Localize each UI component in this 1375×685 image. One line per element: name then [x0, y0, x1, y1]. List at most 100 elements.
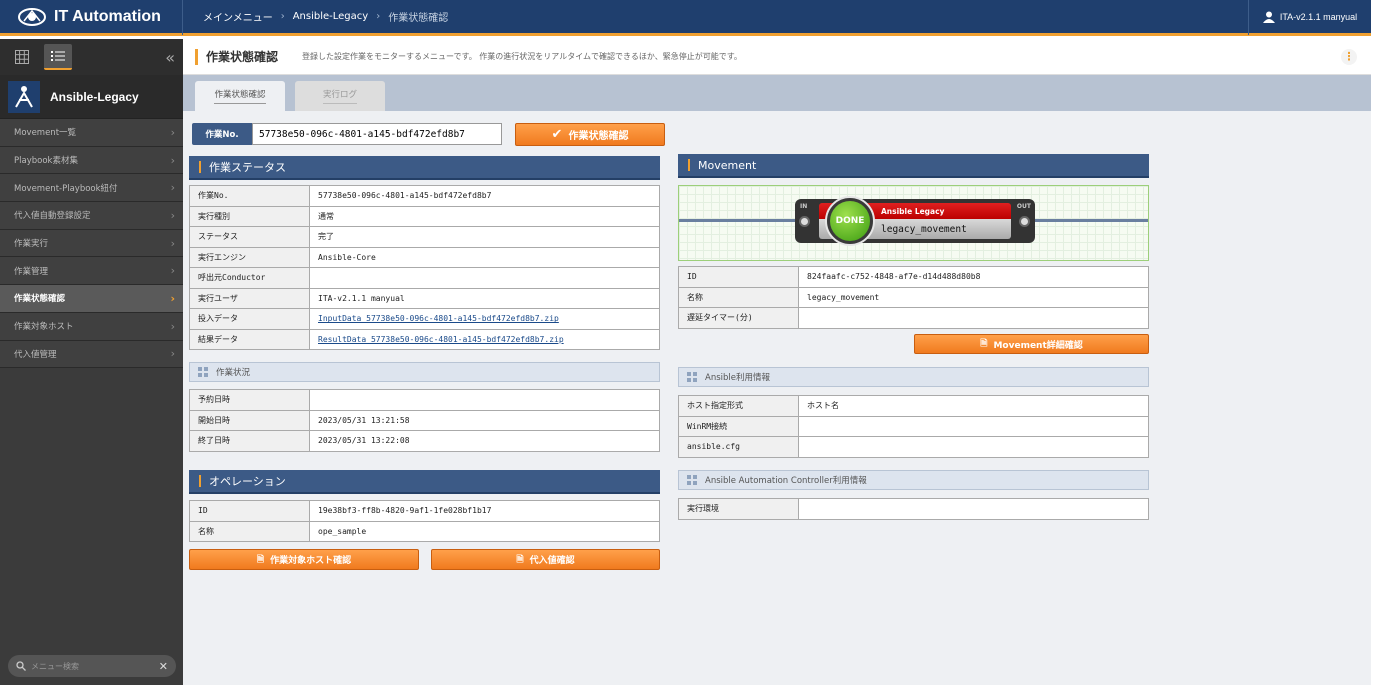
row-key: 結果データ: [189, 328, 310, 350]
sidebar-item-status-check[interactable]: 作業状態確認 ›: [0, 285, 183, 313]
out-label: OUT: [1016, 203, 1031, 210]
row-value: [798, 307, 1149, 329]
status-check-button-label: 作業状態確認: [568, 131, 629, 142]
sidebar-item-management[interactable]: 作業管理 ›: [0, 257, 183, 286]
table-row: 遅延タイマー(分): [678, 307, 1149, 329]
row-key: 実行環境: [678, 498, 799, 520]
user-menu[interactable]: ITA-v2.1.1 manyual: [1248, 0, 1371, 35]
menu-search-input[interactable]: メニュー検索 ✕: [8, 655, 176, 677]
grid-icon: [198, 367, 208, 377]
button-label: Movement詳細確認: [993, 340, 1083, 351]
ansible-info-header: Ansible利用情報: [678, 367, 1149, 387]
chevron-right-icon: ›: [170, 264, 175, 278]
main-content: 作業状態確認 登録した設定作業をモニターするメニューです。 作業の進行状況をリア…: [183, 39, 1371, 685]
table-row: ID 19e38bf3-ff8b-4820-9af1-1fe028bf1b17: [189, 500, 660, 522]
tab-status-check[interactable]: 作業状態確認: [195, 81, 285, 111]
row-key: 開始日時: [189, 409, 310, 431]
row-value: 19e38bf3-ff8b-4820-9af1-1fe028bf1b17: [309, 500, 660, 522]
row-key: 実行エンジン: [189, 246, 310, 268]
tab-execution-log[interactable]: 実行ログ: [295, 81, 385, 111]
collapse-sidebar-icon[interactable]: «: [165, 48, 175, 67]
row-key: ID: [189, 500, 310, 522]
node-type-label: Ansible Legacy: [881, 207, 945, 216]
table-row: 実行エンジン Ansible-Core: [189, 246, 660, 268]
breadcrumb-ansible-legacy[interactable]: Ansible-Legacy: [293, 11, 369, 22]
row-value: 824faafc-c752-4848-af7e-d14d488d80b8: [798, 266, 1149, 288]
grid-icon: [15, 50, 29, 64]
sidebar-item-playbook[interactable]: Playbook素材集 ›: [0, 146, 183, 175]
breadcrumb: メインメニュー › Ansible-Legacy › 作業状態確認: [183, 9, 1248, 24]
result-data-link[interactable]: ResultData_57738e50-096c-4801-a145-bdf47…: [318, 335, 564, 344]
table-row: 終了日時 2023/05/31 13:22:08: [189, 430, 660, 452]
clear-search-icon[interactable]: ✕: [159, 660, 168, 673]
sidebar-item-execute[interactable]: 作業実行 ›: [0, 229, 183, 258]
button-label: 作業対象ホスト確認: [270, 556, 352, 566]
sidebar-item-label: 作業対象ホスト: [14, 322, 74, 333]
table-row: 実行種別 通常: [189, 205, 660, 227]
sidebar-item-movement-playbook[interactable]: Movement-Playbook紐付 ›: [0, 174, 183, 203]
document-search-icon: 🗎: [256, 554, 265, 565]
chevron-right-icon: ›: [170, 181, 175, 195]
work-state-table: 予約日時 開始日時 2023/05/31 13:21:58 終了日時 2023/05…: [189, 389, 660, 452]
ansible-info-table: ホスト指定形式 ホスト名 WinRM接続 ansible.cfg: [678, 395, 1149, 458]
row-key: 投入データ: [189, 308, 310, 330]
app-logo[interactable]: IT Automation: [0, 0, 183, 35]
movement-diagram: IN Ansible Legacy legacy_movement DONE O…: [678, 185, 1149, 261]
search-icon: [16, 661, 26, 671]
tab-label: 実行ログ: [322, 88, 357, 104]
row-key: 遅延タイマー(分): [678, 307, 799, 329]
grid-view-button[interactable]: [8, 44, 36, 70]
page-title: 作業状態確認: [206, 50, 279, 64]
sidebar-item-values[interactable]: 代入値管理 ›: [0, 340, 183, 369]
row-value: InputData_57738e50-096c-4801-a145-bdf472…: [309, 308, 660, 330]
button-label: 代入値確認: [529, 556, 575, 566]
section-accent: [199, 475, 201, 487]
grid-icon: [687, 475, 697, 485]
table-row: 投入データ InputData_57738e50-096c-4801-a145-b…: [189, 308, 660, 330]
aac-info-table: 実行環境: [678, 498, 1149, 520]
row-value: legacy_movement: [798, 286, 1149, 308]
section-title: Ansible Automation Controller利用情報: [705, 476, 867, 486]
more-options-icon[interactable]: ⋮: [1341, 48, 1357, 65]
status-check-button[interactable]: ✔ 作業状態確認: [515, 123, 665, 146]
chevron-right-icon: ›: [170, 208, 175, 222]
section-accent: [688, 159, 690, 171]
row-value: ITA-v2.1.1 manyual: [309, 287, 660, 309]
row-key: 呼出元Conductor: [189, 267, 310, 289]
sidebar-item-auto-register[interactable]: 代入値自動登録設定 ›: [0, 202, 183, 230]
row-key: ホスト指定形式: [678, 395, 799, 417]
row-value: 2023/05/31 13:21:58: [309, 409, 660, 431]
sidebar-item-label: 作業状態確認: [14, 294, 66, 305]
movement-node[interactable]: IN Ansible Legacy legacy_movement DONE O…: [795, 196, 1035, 246]
work-status-table: 作業No. 57738e50-096c-4801-a145-bdf472efd8b…: [189, 185, 660, 350]
row-value: [798, 498, 1149, 520]
operation-number-label: 作業No.: [192, 123, 252, 145]
section-title: 作業状況: [216, 368, 251, 378]
sidebar-item-label: 作業管理: [14, 266, 49, 277]
row-key: 作業No.: [189, 185, 310, 207]
row-value: ope_sample: [309, 520, 660, 542]
operation-number-input[interactable]: [252, 123, 502, 145]
table-row: 開始日時 2023/05/31 13:21:58: [189, 409, 660, 431]
table-row: 実行環境: [678, 498, 1149, 520]
top-header: IT Automation メインメニュー › Ansible-Legacy ›…: [0, 0, 1371, 36]
sidebar-item-movement-list[interactable]: Movement一覧 ›: [0, 119, 183, 147]
page-description: 登録した設定作業をモニターするメニューです。 作業の進行状況をリアルタイムで確認…: [302, 52, 742, 61]
work-state-header: 作業状況: [189, 362, 660, 382]
row-value: 2023/05/31 13:22:08: [309, 430, 660, 452]
in-port-icon: [799, 216, 810, 227]
chevron-right-icon: ›: [170, 347, 175, 361]
row-value: [798, 415, 1149, 437]
input-data-link[interactable]: InputData_57738e50-096c-4801-a145-bdf472…: [318, 314, 559, 323]
sidebar-item-target-hosts[interactable]: 作業対象ホスト ›: [0, 312, 183, 341]
target-hosts-button[interactable]: 🗎 作業対象ホスト確認: [189, 549, 419, 570]
table-row: 名称 ope_sample: [189, 520, 660, 542]
movement-detail-button[interactable]: 🗎 Movement詳細確認: [914, 334, 1149, 354]
page-title-bar: 作業状態確認 登録した設定作業をモニターするメニューです。 作業の進行状況をリア…: [183, 39, 1371, 75]
row-value: ResultData_57738e50-096c-4801-a145-bdf47…: [309, 328, 660, 350]
table-row: 作業No. 57738e50-096c-4801-a145-bdf472efd8b…: [189, 185, 660, 207]
breadcrumb-main-menu[interactable]: メインメニュー: [203, 9, 273, 24]
list-view-button[interactable]: [44, 44, 72, 70]
substitution-values-button[interactable]: 🗎 代入値確認: [431, 549, 660, 570]
sidebar-item-label: Playbook素材集: [14, 156, 78, 167]
